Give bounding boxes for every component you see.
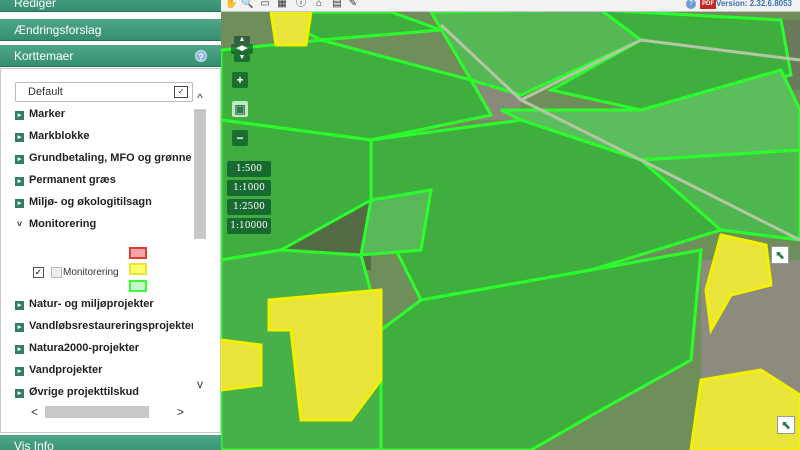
vertical-scrollbar-thumb[interactable]	[194, 109, 206, 239]
expand-arrow-icon[interactable]: ▸	[15, 133, 24, 142]
home-icon[interactable]: ⌂	[313, 0, 325, 10]
layer-marker[interactable]: ▸ Marker	[15, 108, 193, 120]
scale-button-2500[interactable]: 1:2500	[227, 199, 271, 215]
layer-label: Natur- og miljøprojekter	[29, 298, 154, 310]
scale-button-10000[interactable]: 1:10000	[227, 218, 271, 234]
left-panel: Rediger Ændringsforslag Korttemaer ? Def…	[0, 0, 221, 450]
hand-icon[interactable]: ✋	[225, 0, 237, 10]
scale-button-1000[interactable]: 1:1000	[227, 180, 271, 196]
scroll-down-icon[interactable]: v	[194, 378, 206, 390]
layer-natur-miljoeprojekter[interactable]: ▸ Natur- og miljøprojekter	[15, 298, 193, 310]
monitorering-legend: ✓ Monitorering	[31, 247, 171, 297]
help-icon[interactable]: ?	[195, 50, 207, 62]
layer-label: Vandløbsrestaureringsprojekter	[29, 320, 193, 332]
pan-up-button[interactable]: ▲	[234, 36, 250, 44]
expand-arrow-icon[interactable]: ▸	[15, 111, 24, 120]
zoom-in-button[interactable]: +	[232, 72, 248, 88]
layer-permanent-graes[interactable]: ▸ Permanent græs	[15, 174, 193, 186]
chevron-down-icon[interactable]: ✓	[174, 86, 188, 98]
map-canvas	[221, 0, 800, 450]
theme-select[interactable]: Default ✓	[15, 82, 193, 102]
map-toolbar: ✋ 🔍 ▭ ▦ ⓘ ⌂ ▤ ✎ ? PDF Version: 2.32.6.80…	[221, 0, 800, 12]
pan-control[interactable]: ▲ ◀▶ ▼	[231, 36, 253, 64]
save-icon[interactable]: ▦	[276, 0, 288, 10]
pan-down-button[interactable]: ▼	[234, 54, 250, 62]
layer-markblokke[interactable]: ▸ Markblokke	[15, 130, 193, 142]
expand-arrow-icon[interactable]: ▸	[15, 323, 24, 332]
zoom-out-button[interactable]: −	[232, 130, 248, 146]
legend-swatch-red	[129, 247, 147, 259]
collapse-arrow-icon[interactable]: ˅	[15, 219, 24, 229]
expand-arrow-icon[interactable]: ▸	[15, 199, 24, 208]
theme-list-box: Default ✓ ^ v ▸ Marker ▸ Markblokke ▸ Grund…	[0, 68, 221, 433]
scale-button-500[interactable]: 1:500	[227, 161, 271, 177]
layer-label: Miljø- og økologitilsagn	[29, 196, 152, 208]
pdf-icon[interactable]: PDF	[700, 0, 716, 9]
layer-miljoe-tilsagn[interactable]: ▸ Miljø- og økologitilsagn	[15, 196, 193, 208]
legend-swatch-green	[129, 280, 147, 292]
layer-label: Markblokke	[29, 130, 90, 142]
layer-grundbetaling[interactable]: ▸ Grundbetaling, MFO og grønne	[15, 152, 193, 164]
horizontal-scrollbar-thumb[interactable]	[45, 406, 149, 418]
measure-icon[interactable]: ▤	[331, 0, 343, 10]
accordion-aendringsforslag[interactable]: Ændringsforslag	[0, 19, 221, 41]
zoom-box-icon[interactable]: ▣	[232, 101, 248, 117]
layer-vandprojekter[interactable]: ▸ Vandprojekter	[15, 364, 193, 376]
layer-label: Marker	[29, 108, 66, 120]
legend-swatch-yellow	[129, 263, 147, 275]
expand-icon[interactable]: ⬉	[771, 246, 789, 264]
accordion-rediger[interactable]: Rediger	[0, 0, 221, 12]
accordion-korttemaer-label: Korttemaer	[14, 49, 74, 63]
layer-oevrige-projekttilskud[interactable]: ▸ Øvrige projekttilskud	[15, 386, 193, 398]
layer-vandloebsrestaurering[interactable]: ▸ Vandløbsrestaureringsprojekter	[15, 320, 193, 332]
layer-checkbox-disabled	[51, 267, 62, 278]
link-icon[interactable]: ✎	[347, 0, 359, 10]
expand-arrow-icon[interactable]: ▸	[15, 177, 24, 186]
scroll-left-icon[interactable]: <	[31, 405, 38, 419]
help-icon[interactable]: ?	[686, 0, 696, 9]
info-icon[interactable]: ⓘ	[295, 0, 307, 10]
layer-label: Vandprojekter	[29, 364, 103, 376]
expand-arrow-icon[interactable]: ▸	[15, 301, 24, 310]
monitorering-checkbox[interactable]: ✓	[33, 267, 44, 278]
expand-arrow-icon[interactable]: ▸	[15, 345, 24, 354]
accordion-korttemaer[interactable]: Korttemaer ?	[0, 45, 221, 67]
layer-label: Natura2000-projekter	[29, 342, 140, 354]
version-label: Version: 2.32.6.8053	[715, 0, 792, 8]
layer-label: Øvrige projekttilskud	[29, 386, 140, 398]
layer-natura2000[interactable]: ▸ Natura2000-projekter	[15, 342, 193, 354]
expand-arrow-icon[interactable]: ▸	[15, 367, 24, 376]
horizontal-scrollbar[interactable]: < >	[31, 405, 186, 419]
pan-lr-button[interactable]: ◀▶	[231, 44, 253, 54]
zoom-icon[interactable]: 🔍	[241, 0, 253, 10]
expand-arrow-icon[interactable]: ▸	[15, 389, 24, 398]
expand-arrow-icon[interactable]: ▸	[15, 155, 24, 164]
legend-label: Monitorering	[63, 267, 119, 278]
scroll-right-icon[interactable]: >	[177, 405, 184, 419]
map-view[interactable]: ▲ ◀▶ ▼ + ▣ − 1:500 1:1000 1:2500 1:10000…	[221, 0, 800, 450]
layer-label: Monitorering	[29, 218, 97, 230]
layer-label: Grundbetaling, MFO og grønne	[29, 152, 192, 164]
overview-map-icon[interactable]: ⬉	[777, 416, 795, 434]
print-icon[interactable]: ▭	[259, 0, 271, 10]
layer-monitorering[interactable]: ˅ Monitorering	[15, 218, 193, 230]
theme-select-value: Default	[28, 86, 63, 98]
layer-label: Permanent græs	[29, 174, 116, 186]
scroll-up-icon[interactable]: ^	[194, 92, 206, 104]
accordion-vis-info[interactable]: Vis Info	[0, 435, 221, 450]
